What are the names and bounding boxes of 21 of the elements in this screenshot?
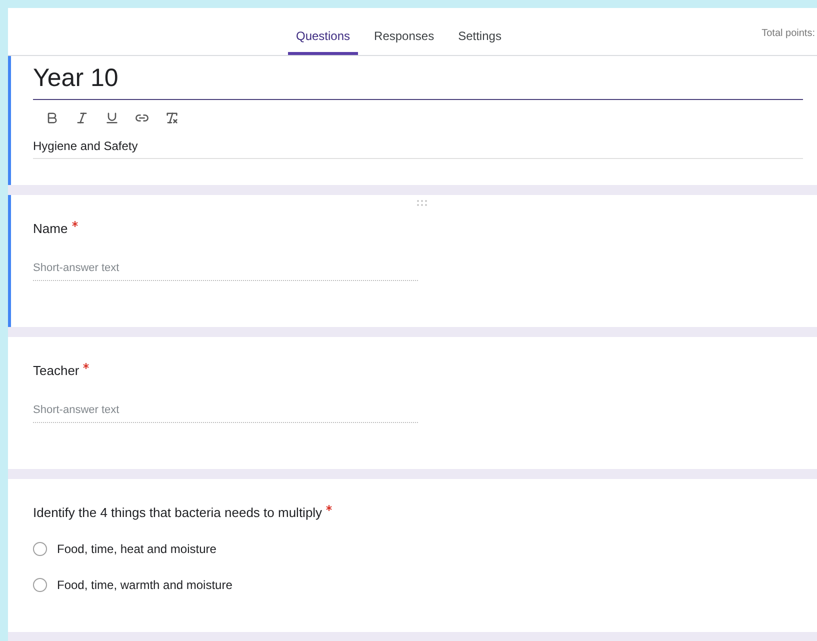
total-points: Total points: [762, 28, 815, 39]
question-title: Identify the 4 things that bacteria needs to multiply [33, 505, 817, 520]
short-answer-field[interactable]: Short-answer text [33, 262, 418, 281]
radio-option[interactable]: Food, time, warmth and moisture [33, 578, 817, 592]
radio-option[interactable]: Food, time, heat and moisture [33, 542, 817, 556]
radio-icon[interactable] [33, 542, 47, 556]
italic-icon[interactable] [75, 111, 89, 125]
bold-icon[interactable] [45, 111, 59, 125]
question-card[interactable]: Teacher Short-answer text [8, 337, 817, 469]
tab[interactable]: Responses [366, 29, 442, 55]
clear-formatting-icon[interactable] [165, 111, 179, 125]
underline-icon[interactable] [105, 111, 119, 125]
short-answer-field[interactable]: Short-answer text [33, 404, 418, 423]
form-title[interactable]: Year 10 [33, 58, 803, 100]
question-title: Teacher [33, 363, 817, 378]
question-card[interactable]: Identify the 4 things that bacteria needs to multiply Food, time, heat and moisture Food, time, warmth and moisture [8, 479, 817, 632]
question-title: Name [33, 221, 817, 236]
form-description[interactable]: Hygiene and Safety [33, 125, 803, 159]
radio-icon[interactable] [33, 578, 47, 592]
tab[interactable]: Settings [450, 29, 510, 55]
question-card[interactable]: Name Short-answer text [8, 195, 817, 327]
